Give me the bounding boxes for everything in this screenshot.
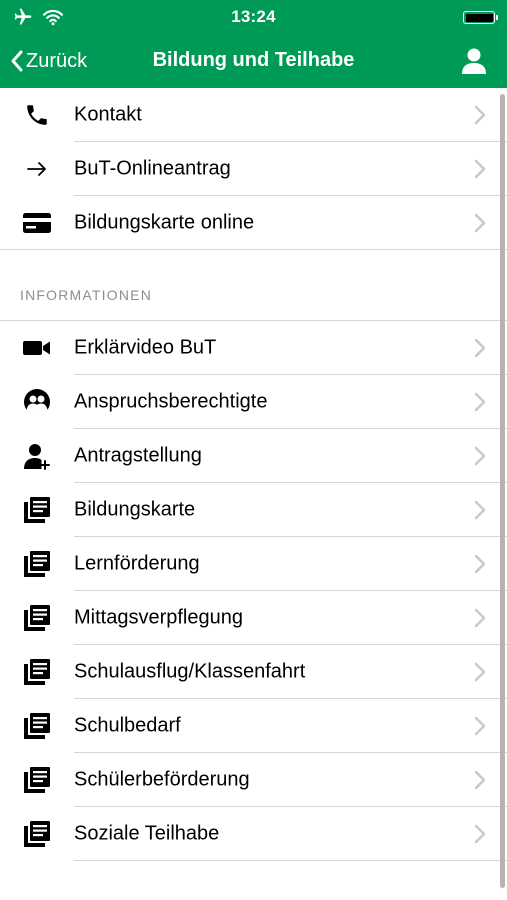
list-item-anspruchsberechtigte[interactable]: Anspruchsberechtigte bbox=[0, 375, 507, 429]
list-item-label: Bildungskarte bbox=[74, 498, 196, 521]
video-camera-icon bbox=[22, 333, 52, 363]
list-item-but-onlineantrag[interactable]: BuT-Onlineantrag bbox=[0, 142, 507, 196]
profile-button[interactable] bbox=[461, 47, 487, 75]
chevron-right-icon bbox=[474, 662, 486, 682]
document-icon bbox=[22, 819, 52, 849]
page-title: Bildung und Teilhabe bbox=[152, 49, 355, 71]
navigation-bar: Zurück Bildung und Teilhabe bbox=[0, 34, 507, 88]
person-icon bbox=[462, 48, 486, 74]
chevron-right-icon bbox=[474, 105, 486, 125]
list-item-label: Mittagsverpflegung bbox=[74, 606, 243, 629]
list-item-schulbedarf[interactable]: Schulbedarf bbox=[0, 699, 507, 753]
list-item-bildungskarte[interactable]: Bildungskarte bbox=[0, 483, 507, 537]
document-icon bbox=[22, 495, 52, 525]
list-item-kontakt[interactable]: Kontakt bbox=[0, 88, 507, 142]
list-item-lernfoerderung[interactable]: Lernförderung bbox=[0, 537, 507, 591]
list-item-antragstellung[interactable]: Antragstellung bbox=[0, 429, 507, 483]
document-icon bbox=[22, 549, 52, 579]
status-bar: 13:24 bbox=[0, 0, 507, 34]
list-item-label: Schulausflug/Klassenfahrt bbox=[74, 660, 306, 683]
chevron-right-icon bbox=[474, 338, 486, 358]
document-icon bbox=[22, 657, 52, 687]
battery-level bbox=[465, 13, 493, 22]
list-item-label: Lernförderung bbox=[74, 552, 200, 575]
list-item-label: Schülerbeförderung bbox=[74, 768, 250, 791]
list-item-label: Soziale Teilhabe bbox=[74, 822, 220, 845]
status-time: 13:24 bbox=[231, 7, 276, 26]
header-bar: 13:24 Zurück Bildung und Teilhabe bbox=[0, 0, 507, 88]
chevron-right-icon bbox=[474, 716, 486, 736]
chevron-right-icon bbox=[474, 159, 486, 179]
chevron-right-icon bbox=[474, 446, 486, 466]
list-item-label: Bildungskarte online bbox=[74, 211, 255, 234]
list-item-soziale-teilhabe[interactable]: Soziale Teilhabe bbox=[0, 807, 507, 861]
chevron-right-icon bbox=[474, 770, 486, 790]
battery-icon bbox=[463, 11, 498, 24]
section-header-label: INFORMATIONEN bbox=[20, 287, 153, 303]
phone-icon bbox=[22, 100, 52, 130]
list-item-bildungskarte-online[interactable]: Bildungskarte online bbox=[0, 196, 507, 250]
document-icon bbox=[22, 711, 52, 741]
list-item-label: Kontakt bbox=[74, 103, 142, 126]
arrow-right-icon bbox=[22, 154, 52, 184]
chevron-right-icon bbox=[474, 392, 486, 412]
chevron-right-icon bbox=[474, 608, 486, 628]
chevron-right-icon bbox=[474, 500, 486, 520]
content-list: Kontakt BuT-Onlineantrag Bildungskarte o… bbox=[0, 88, 507, 900]
list-item-label: Anspruchsberechtigte bbox=[74, 390, 268, 413]
list-item-schuelerbefoerderung[interactable]: Schülerbeförderung bbox=[0, 753, 507, 807]
card-icon bbox=[22, 208, 52, 238]
document-icon bbox=[22, 603, 52, 633]
group-icon bbox=[22, 387, 52, 417]
scroll-indicator[interactable] bbox=[500, 94, 505, 888]
chevron-right-icon bbox=[474, 824, 486, 844]
list-item-erklaervideo[interactable]: Erklärvideo BuT bbox=[0, 321, 507, 375]
section-header: INFORMATIONEN bbox=[0, 280, 507, 321]
list-item-mittagsverpflegung[interactable]: Mittagsverpflegung bbox=[0, 591, 507, 645]
app-screen: 13:24 Zurück Bildung und Teilhabe Kontak… bbox=[0, 0, 507, 900]
chevron-right-icon bbox=[474, 554, 486, 574]
person-add-icon bbox=[22, 441, 52, 471]
battery-cap bbox=[495, 15, 498, 20]
list-item-label: Schulbedarf bbox=[74, 714, 181, 737]
list-item-label: Erklärvideo BuT bbox=[74, 336, 217, 359]
list-item-label: BuT-Onlineantrag bbox=[74, 157, 231, 180]
document-icon bbox=[22, 765, 52, 795]
list-item-schulausflug[interactable]: Schulausflug/Klassenfahrt bbox=[0, 645, 507, 699]
list-item-label: Antragstellung bbox=[74, 444, 202, 467]
chevron-right-icon bbox=[474, 213, 486, 233]
